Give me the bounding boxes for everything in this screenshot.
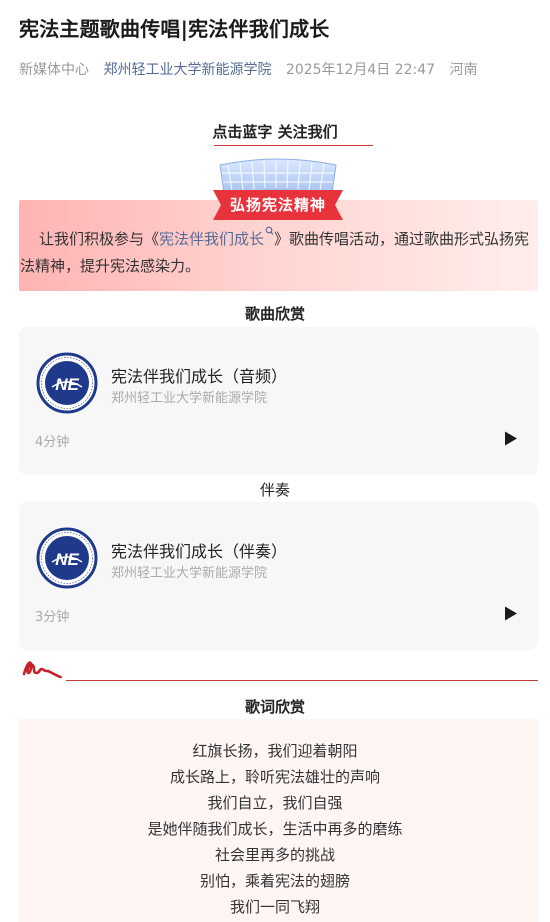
follow-underline xyxy=(214,145,373,146)
audio-title: 宪法伴我们成长（音频） xyxy=(111,367,288,386)
publish-date: 2025年12月4日 22:47 xyxy=(285,62,436,78)
college-logo: NE xyxy=(36,527,98,589)
section-title-accompaniment: 伴奏 xyxy=(259,481,290,499)
audio-duration: 3分钟 xyxy=(35,610,70,625)
lyric-line: 社会里再多的挑战 xyxy=(214,846,335,864)
audio-artist: 郑州轻工业大学新能源学院 xyxy=(111,566,268,581)
search-link-text: 宪法伴我们成长 xyxy=(159,230,265,248)
publish-location: 河南 xyxy=(449,62,478,78)
article-title: 宪法主题歌曲传唱|宪法伴我们成长 xyxy=(19,17,330,41)
audio-duration: 4分钟 xyxy=(35,435,70,450)
logo-initials: NE xyxy=(55,550,79,569)
lyric-line: 是她伴随我们成长，生活中再多的磨练 xyxy=(147,820,403,838)
lyrics-block: 红旗长扬，我们迎着朝阳 成长路上，聆听宪法雄壮的声响 我们自立，我们自强 是她伴… xyxy=(0,738,550,920)
banner-label: 弘扬宪法精神 xyxy=(229,196,326,214)
logo-initials: NE xyxy=(55,375,79,394)
lyric-line: 别怕，乘着宪法的翅膀 xyxy=(199,872,350,890)
author-name: 新媒体中心 xyxy=(19,62,89,78)
section-title-lyrics: 歌词欣赏 xyxy=(244,698,305,716)
account-name-link[interactable]: 郑州轻工业大学新能源学院 xyxy=(103,62,271,78)
lyric-line: 红旗长扬，我们迎着朝阳 xyxy=(192,742,358,760)
play-icon[interactable] xyxy=(504,606,518,621)
college-logo: NE xyxy=(36,352,98,414)
lyric-line: 成长路上，聆听宪法雄壮的声响 xyxy=(169,768,380,786)
audio-artist: 郑州轻工业大学新能源学院 xyxy=(111,391,268,406)
intro-text-before: 让我们积极参与《 xyxy=(39,230,160,248)
ribbon-flourish-icon xyxy=(22,661,62,678)
follow-prompt[interactable]: 点击蓝字 关注我们 xyxy=(0,121,550,142)
audio-card[interactable]: NE 宪法伴我们成长（音频） 郑州轻工业大学新能源学院 4分钟 xyxy=(19,327,538,475)
lyric-line: 我们自立，我们自强 xyxy=(207,794,343,812)
lyric-line: 我们一同飞翔 xyxy=(229,898,320,916)
section-divider xyxy=(66,680,538,681)
audio-card[interactable]: NE 宪法伴我们成长（伴奏） 郑州轻工业大学新能源学院 3分钟 xyxy=(19,502,538,650)
search-icon xyxy=(265,226,274,235)
article-meta: 新媒体中心 郑州轻工业大学新能源学院 2025年12月4日 22:47 河南 xyxy=(19,59,488,79)
play-icon[interactable] xyxy=(504,431,518,446)
search-link[interactable]: 宪法伴我们成长 xyxy=(159,226,274,248)
section-title-songs: 歌曲欣赏 xyxy=(244,305,305,323)
intro-paragraph: 让我们积极参与《宪法伴我们成长 》歌曲传唱活动，通过歌曲形式弘扬宪法精神，提升宪法… xyxy=(20,226,530,280)
audio-title: 宪法伴我们成长（伴奏） xyxy=(111,542,288,561)
